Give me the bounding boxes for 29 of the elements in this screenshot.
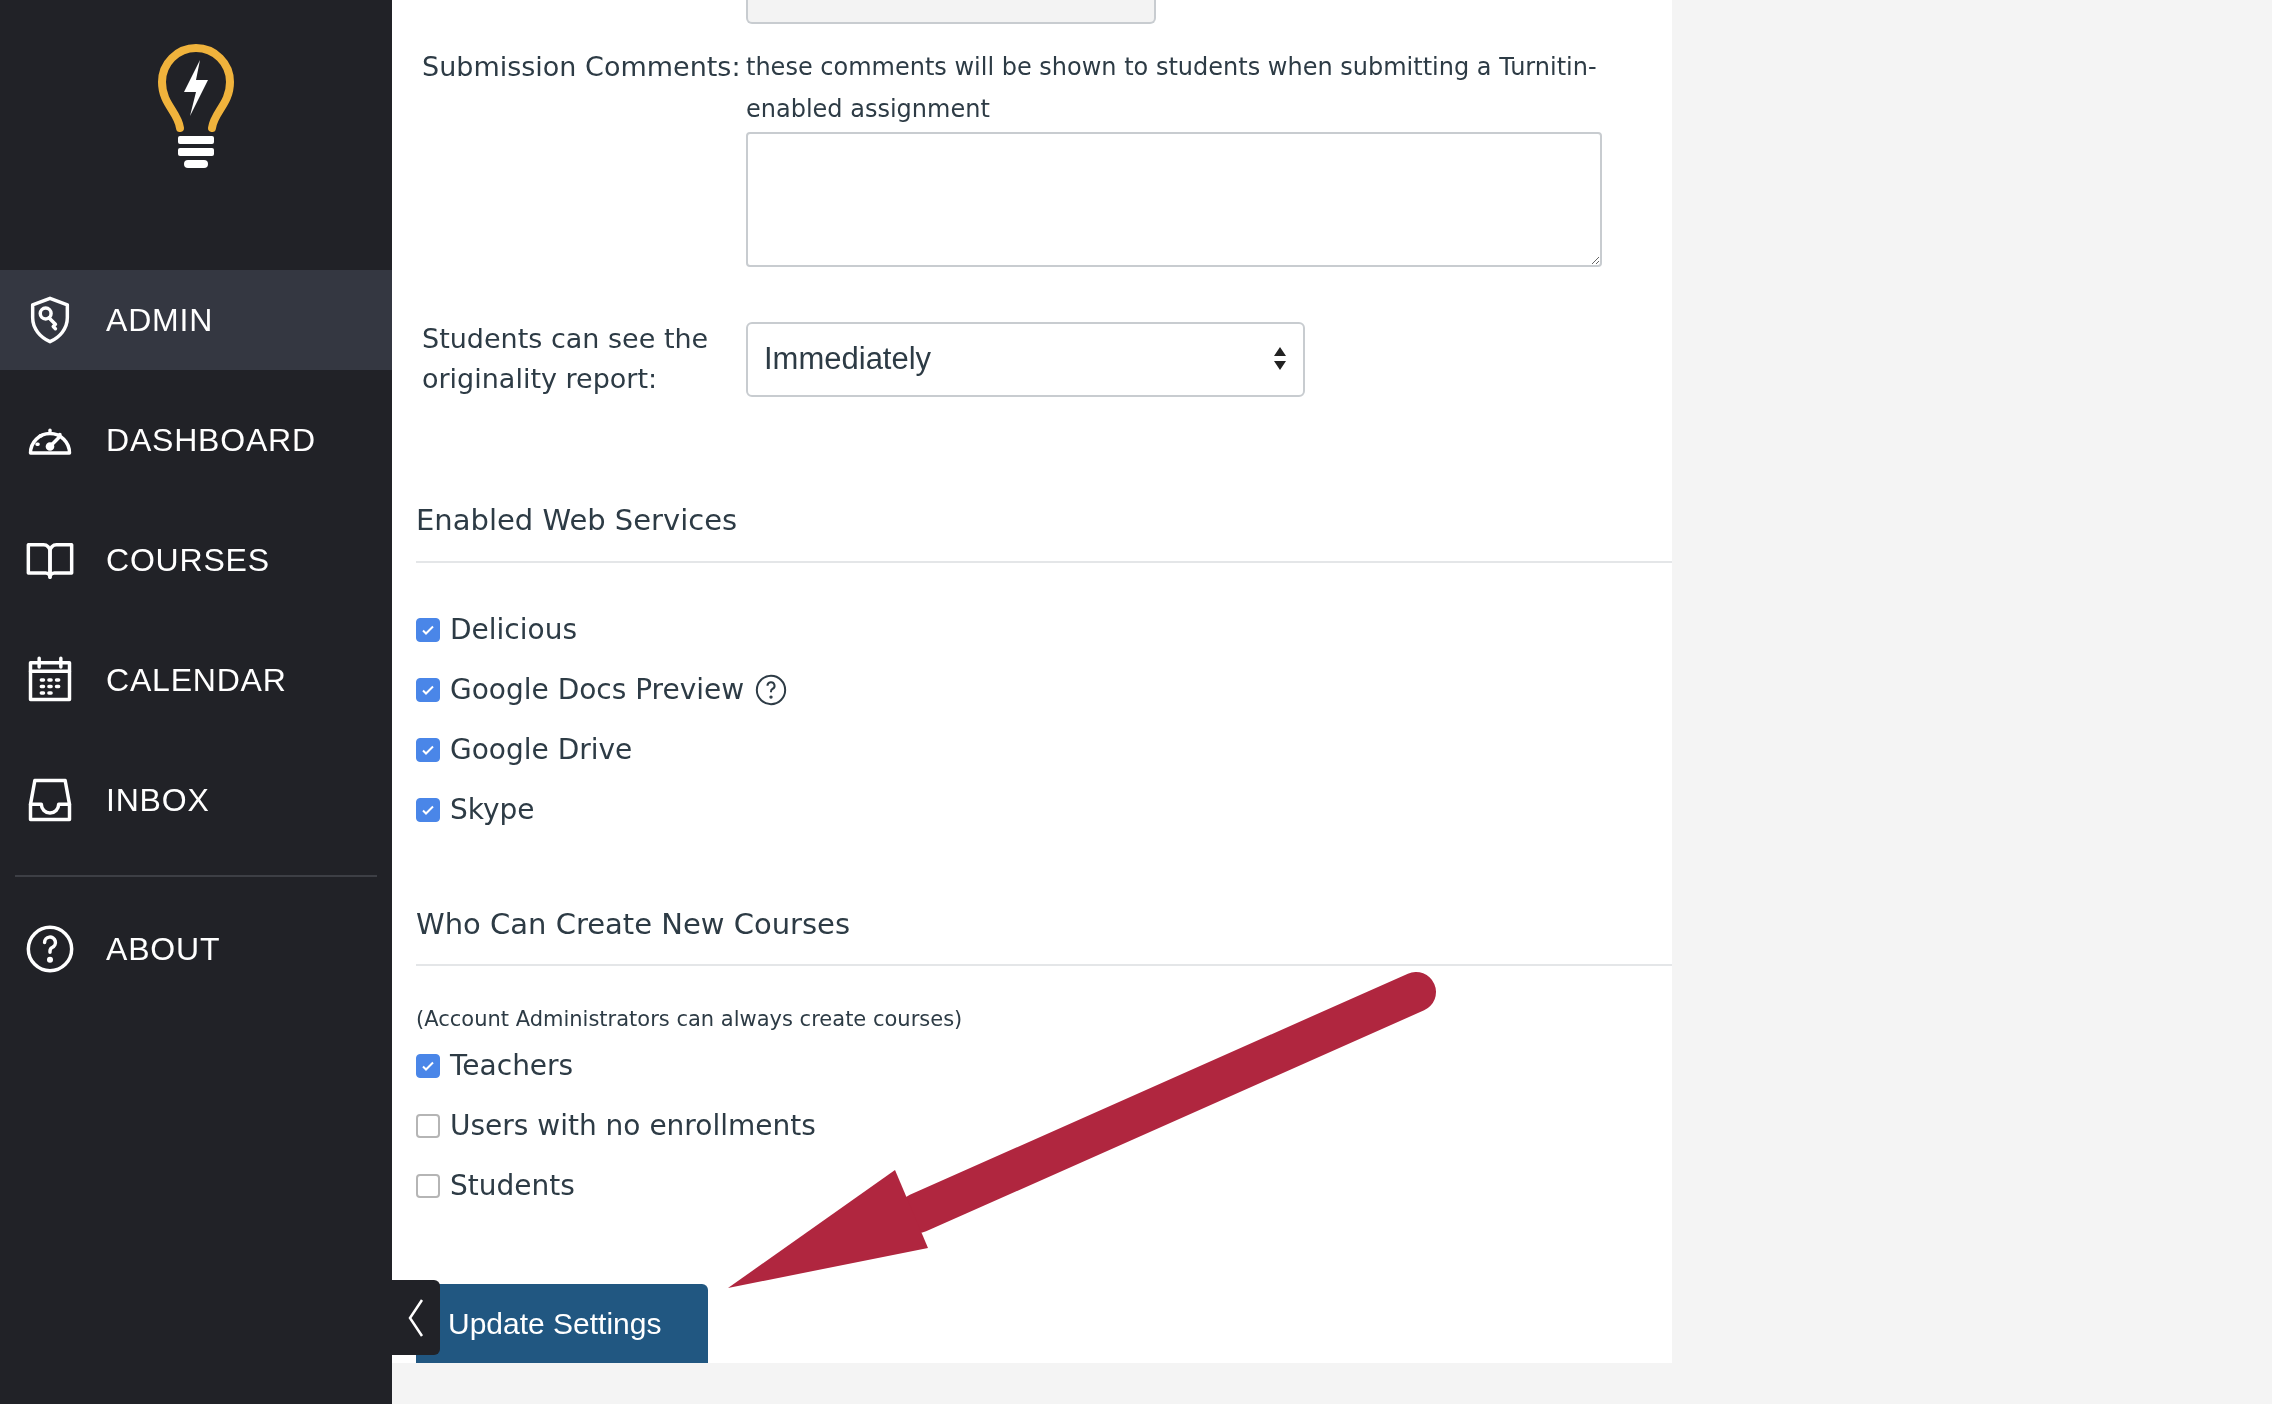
note-text: (Account Administrators can always create courses) <box>416 1006 964 1033</box>
help-icon[interactable] <box>754 672 789 707</box>
help-icon <box>24 923 76 975</box>
update-settings-button[interactable]: Update Settings <box>416 1284 708 1363</box>
section-heading: Who Can Create New Courses <box>416 905 852 943</box>
checkbox[interactable] <box>416 617 440 642</box>
checkbox-label: Google Drive <box>450 731 633 768</box>
checkbox[interactable] <box>416 1054 440 1078</box>
checkbox-label: Teachers <box>450 1048 574 1084</box>
sort-arrows-icon <box>1273 346 1287 372</box>
checkbox-label: Skype <box>450 791 535 828</box>
checkbox[interactable] <box>416 737 440 762</box>
checkbox-label: Google Docs Preview <box>450 671 745 708</box>
comments-field[interactable] <box>746 132 1602 267</box>
nav-item[interactable]: ADMIN <box>0 270 392 370</box>
collapse-sidebar-tab[interactable] <box>392 1280 440 1355</box>
checkbox[interactable] <box>416 1114 440 1138</box>
checkbox-label: Users with no enrollments <box>450 1108 816 1144</box>
checkbox[interactable] <box>416 1174 440 1198</box>
section-heading: Enabled Web Services <box>416 502 739 539</box>
field-label: Submission Comments: <box>421 50 742 84</box>
field-label: Students can see the originality report: <box>421 322 710 396</box>
checkbox-label: Delicious <box>450 611 577 648</box>
checkbox-label: Students <box>450 1168 575 1204</box>
checkbox[interactable] <box>416 677 440 702</box>
chevron-left-icon <box>406 1297 426 1338</box>
report-select[interactable]: Immediately <box>746 321 1305 397</box>
checkbox[interactable] <box>416 797 440 822</box>
field-hint: these comments will be shown to students when submitting a Turnitin-enabled assignment <box>746 52 1598 125</box>
